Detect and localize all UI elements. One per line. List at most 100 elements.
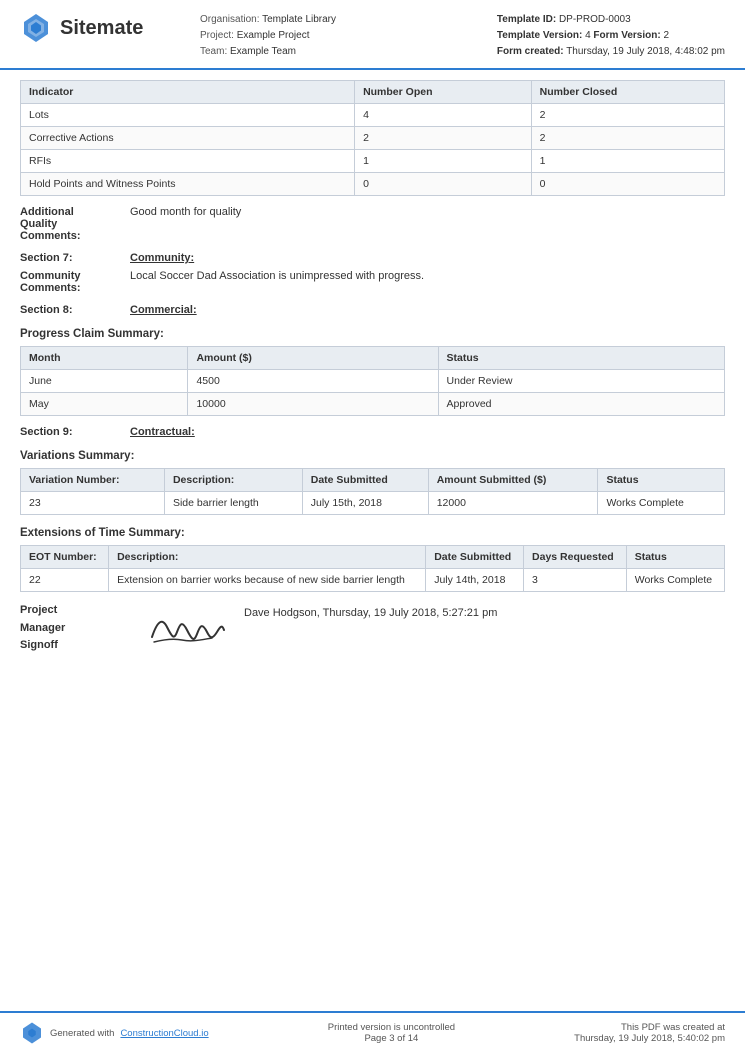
eot-num-header: EOT Number:	[21, 546, 109, 569]
table-cell: Approved	[438, 393, 724, 416]
table-cell: 2	[531, 104, 724, 127]
table-cell: Lots	[21, 104, 355, 127]
project-row: Project: Example Project	[200, 28, 497, 44]
table-row: Corrective Actions22	[21, 127, 725, 150]
form-created-row: Form created: Thursday, 19 July 2018, 4:…	[497, 44, 725, 60]
logo-area: Sitemate	[20, 12, 200, 44]
table-cell: 23	[21, 492, 165, 515]
signature-area	[142, 602, 232, 655]
table-row: 22Extension on barrier works because of …	[21, 569, 725, 592]
additional-quality-block: AdditionalQualityComments: Good month fo…	[20, 206, 725, 242]
variations-title: Variations Summary:	[20, 450, 725, 462]
number-open-col-header: Number Open	[355, 81, 532, 104]
template-id-row: Template ID: DP-PROD-0003	[497, 12, 725, 28]
table-row: May10000Approved	[21, 393, 725, 416]
community-comments-label: CommunityComments:	[20, 270, 130, 294]
additional-quality-value: Good month for quality	[130, 206, 241, 242]
table-cell: July 14th, 2018	[426, 569, 524, 592]
footer: Generated with ConstructionCloud.io Prin…	[0, 1011, 745, 1053]
signoff-label: ProjectManagerSignoff	[20, 602, 130, 655]
month-col-header: Month	[21, 347, 188, 370]
table-cell: Hold Points and Witness Points	[21, 173, 355, 196]
table-row: Lots42	[21, 104, 725, 127]
header-right: Template ID: DP-PROD-0003 Template Versi…	[497, 12, 725, 60]
eot-tbody: 22Extension on barrier works because of …	[21, 569, 725, 592]
status-col-header: Status	[438, 347, 724, 370]
section7-label: Section 7:	[20, 252, 130, 264]
table-cell: Side barrier length	[164, 492, 302, 515]
variations-header-row: Variation Number: Description: Date Subm…	[21, 469, 725, 492]
table-row: 23Side barrier lengthJuly 15th, 20181200…	[21, 492, 725, 515]
footer-right-line1: This PDF was created at	[574, 1022, 725, 1033]
progress-claim-title: Progress Claim Summary:	[20, 328, 725, 340]
table-cell: 3	[524, 569, 627, 592]
table-row: Hold Points and Witness Points00	[21, 173, 725, 196]
footer-generated-text: Generated with	[50, 1028, 114, 1039]
indicator-tbody: Lots42Corrective Actions22RFIs11Hold Poi…	[21, 104, 725, 196]
footer-left: Generated with ConstructionCloud.io	[20, 1021, 209, 1045]
variations-table: Variation Number: Description: Date Subm…	[20, 468, 725, 515]
section9-block: Section 9: Contractual:	[20, 426, 725, 438]
logo-text: Sitemate	[60, 17, 143, 40]
table-cell: 12000	[428, 492, 598, 515]
footer-right: This PDF was created at Thursday, 19 Jul…	[574, 1022, 725, 1044]
table-row: June4500Under Review	[21, 370, 725, 393]
eot-title: Extensions of Time Summary:	[20, 527, 725, 539]
table-cell: 4	[355, 104, 532, 127]
table-cell: 10000	[188, 393, 438, 416]
team-row: Team: Example Team	[200, 44, 497, 60]
header-meta: Organisation: Template Library Project: …	[200, 12, 497, 60]
eot-date-header: Date Submitted	[426, 546, 524, 569]
community-comments-value: Local Soccer Dad Association is unimpres…	[130, 270, 424, 294]
content: Indicator Number Open Number Closed Lots…	[0, 70, 745, 1011]
footer-link[interactable]: ConstructionCloud.io	[120, 1028, 208, 1039]
table-cell: June	[21, 370, 188, 393]
table-cell: Under Review	[438, 370, 724, 393]
footer-logo-icon	[20, 1021, 44, 1045]
header: Sitemate Organisation: Template Library …	[0, 0, 745, 70]
table-cell: RFIs	[21, 150, 355, 173]
variation-date-header: Date Submitted	[302, 469, 428, 492]
amount-col-header: Amount ($)	[188, 347, 438, 370]
eot-table: EOT Number: Description: Date Submitted …	[20, 545, 725, 592]
variation-num-header: Variation Number:	[21, 469, 165, 492]
table-cell: 4500	[188, 370, 438, 393]
section7-title: Community:	[130, 252, 194, 264]
table-cell: Works Complete	[626, 569, 724, 592]
eot-header-row: EOT Number: Description: Date Submitted …	[21, 546, 725, 569]
footer-right-line2: Thursday, 19 July 2018, 5:40:02 pm	[574, 1033, 725, 1044]
footer-center-line2: Page 3 of 14	[328, 1033, 455, 1044]
community-comments-block: CommunityComments: Local Soccer Dad Asso…	[20, 270, 725, 294]
footer-center-line1: Printed version is uncontrolled	[328, 1022, 455, 1033]
table-row: RFIs11	[21, 150, 725, 173]
section9-title: Contractual:	[130, 426, 195, 438]
section7-block: Section 7: Community:	[20, 252, 725, 264]
number-closed-col-header: Number Closed	[531, 81, 724, 104]
page: Sitemate Organisation: Template Library …	[0, 0, 745, 1053]
signature-svg	[142, 602, 232, 652]
table-cell: 1	[355, 150, 532, 173]
table-cell: May	[21, 393, 188, 416]
variations-tbody: 23Side barrier lengthJuly 15th, 20181200…	[21, 492, 725, 515]
table-cell: 0	[355, 173, 532, 196]
table-cell: 2	[531, 127, 724, 150]
section9-label: Section 9:	[20, 426, 130, 438]
table-cell: 1	[531, 150, 724, 173]
progress-claim-table: Month Amount ($) Status June4500Under Re…	[20, 346, 725, 416]
section8-block: Section 8: Commercial:	[20, 304, 725, 316]
sitemate-logo-icon	[20, 12, 52, 44]
variation-amount-header: Amount Submitted ($)	[428, 469, 598, 492]
eot-days-header: Days Requested	[524, 546, 627, 569]
progress-tbody: June4500Under ReviewMay10000Approved	[21, 370, 725, 416]
progress-claim-header-row: Month Amount ($) Status	[21, 347, 725, 370]
org-row: Organisation: Template Library	[200, 12, 497, 28]
table-cell: 2	[355, 127, 532, 150]
footer-center: Printed version is uncontrolled Page 3 o…	[328, 1022, 455, 1044]
template-version-row: Template Version: 4 Form Version: 2	[497, 28, 725, 44]
additional-quality-label: AdditionalQualityComments:	[20, 206, 130, 242]
signoff-value: Dave Hodgson, Thursday, 19 July 2018, 5:…	[244, 602, 497, 619]
variation-status-header: Status	[598, 469, 725, 492]
eot-status-header: Status	[626, 546, 724, 569]
signoff-block: ProjectManagerSignoff Dave Hodgson, Thur…	[20, 602, 725, 655]
table-cell: Extension on barrier works because of ne…	[109, 569, 426, 592]
